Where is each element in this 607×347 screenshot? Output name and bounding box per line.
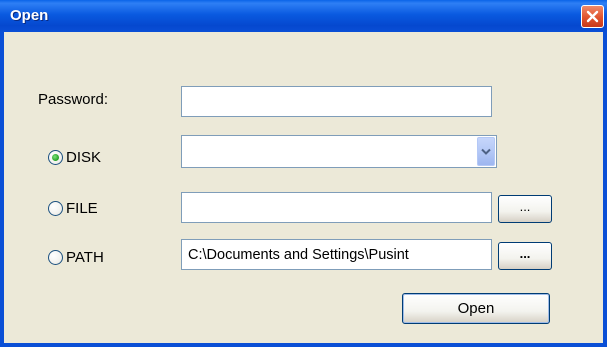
- open-button[interactable]: Open: [402, 293, 550, 324]
- close-button[interactable]: [581, 5, 604, 28]
- path-radio[interactable]: [48, 250, 63, 265]
- password-field[interactable]: [181, 86, 492, 117]
- password-label: Password:: [38, 91, 109, 108]
- disk-radio[interactable]: [48, 150, 63, 165]
- disk-dropdown[interactable]: [181, 135, 497, 168]
- open-dialog: Open Password: DISK FILE ... PATH C:\Doc…: [0, 0, 607, 347]
- radio-selected-dot: [52, 154, 59, 161]
- file-radio[interactable]: [48, 201, 63, 216]
- path-label: PATH: [66, 249, 104, 266]
- chevron-down-icon: [481, 148, 491, 155]
- window-title: Open: [10, 7, 49, 24]
- dropdown-button[interactable]: [477, 137, 495, 166]
- file-label: FILE: [66, 200, 98, 217]
- path-browse-button[interactable]: ...: [498, 242, 552, 270]
- file-browse-button[interactable]: ...: [498, 195, 552, 223]
- title-bar[interactable]: Open: [0, 0, 607, 32]
- file-path-field[interactable]: [181, 192, 492, 223]
- disk-label: DISK: [66, 149, 102, 166]
- path-field[interactable]: C:\Documents and Settings\Pusint: [181, 239, 492, 270]
- close-icon: [586, 10, 599, 23]
